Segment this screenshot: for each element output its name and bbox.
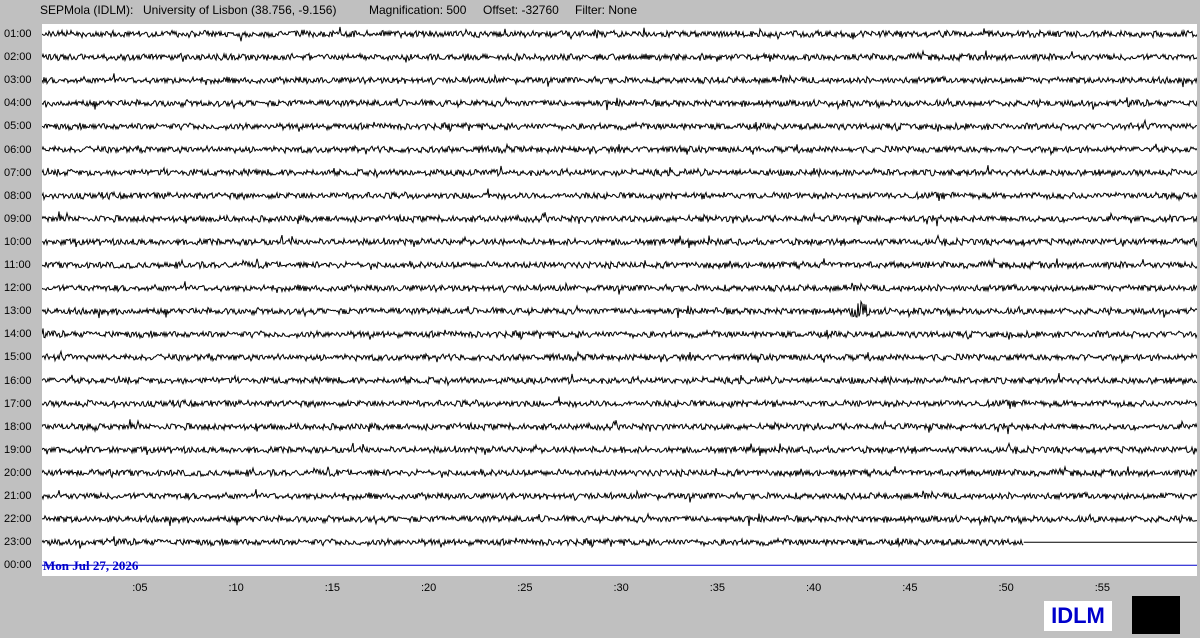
trace-line bbox=[42, 328, 1197, 341]
station-label: SEPMola (IDLM): bbox=[40, 3, 134, 17]
minute-label: :15 bbox=[324, 582, 341, 594]
minute-label: :30 bbox=[613, 582, 629, 594]
hour-label: 20:00 bbox=[4, 466, 32, 479]
trace-line bbox=[42, 489, 1197, 503]
trace-line bbox=[42, 281, 1197, 295]
hour-label: 03:00 bbox=[4, 74, 32, 87]
hour-label: 19:00 bbox=[4, 443, 32, 456]
minute-label: :50 bbox=[998, 582, 1014, 594]
minute-label: :25 bbox=[517, 582, 533, 594]
hour-label: 23:00 bbox=[4, 536, 32, 549]
hour-label: 02:00 bbox=[4, 51, 32, 64]
trace-line bbox=[42, 373, 1197, 387]
minute-label: :45 bbox=[902, 582, 918, 594]
minute-label: :35 bbox=[709, 582, 726, 594]
hour-axis: 01:00 02:00 03:00 04:00 05:00 06:00 07:00 08:00… bbox=[0, 0, 42, 600]
seismogram-traces bbox=[42, 26, 1197, 566]
trace-line bbox=[42, 299, 1197, 319]
offset-label: Offset: -32760 bbox=[483, 3, 559, 17]
minute-label: :20 bbox=[421, 582, 437, 594]
hour-label: 22:00 bbox=[4, 513, 32, 526]
hour-label: 09:00 bbox=[4, 212, 32, 225]
hour-label: 08:00 bbox=[4, 189, 32, 202]
hour-label: 06:00 bbox=[4, 143, 32, 156]
minute-label: :10 bbox=[228, 582, 244, 594]
hour-label: 00:00 bbox=[4, 559, 32, 572]
hour-label: 18:00 bbox=[4, 420, 32, 433]
minute-label: :40 bbox=[806, 582, 822, 594]
trace-line bbox=[42, 512, 1197, 527]
magnification-label: Magnification: 500 bbox=[369, 3, 467, 17]
trace-line bbox=[42, 49, 1197, 63]
hour-label: 15:00 bbox=[4, 351, 32, 364]
header-bar: SEPMola (IDLM): University of Lisbon (38… bbox=[0, 0, 1200, 22]
trace-line bbox=[42, 118, 1197, 133]
trace-line bbox=[42, 441, 1197, 456]
trace-line bbox=[42, 26, 1197, 42]
hour-label: 14:00 bbox=[4, 328, 32, 341]
minute-label: :05 bbox=[132, 582, 148, 594]
trace-line bbox=[42, 257, 1197, 271]
station-code-badge: IDLM bbox=[1044, 601, 1112, 631]
hour-label: 04:00 bbox=[4, 97, 32, 110]
hour-label: 17:00 bbox=[4, 397, 32, 410]
hour-label: 12:00 bbox=[4, 282, 32, 295]
hour-label: 07:00 bbox=[4, 166, 32, 179]
minute-axis: :05 :10 :15 :20 :25 :30 :35 :40 :45 :50 :55 bbox=[0, 578, 1200, 598]
trace-line bbox=[42, 142, 1197, 157]
trace-line bbox=[42, 419, 1197, 435]
trace-line bbox=[42, 188, 1197, 202]
location-label: University of Lisbon (38.756, -9.156) bbox=[143, 3, 337, 17]
trace-line bbox=[42, 396, 1197, 410]
hour-label: 13:00 bbox=[4, 305, 32, 318]
trace-line bbox=[42, 73, 1197, 88]
hour-label: 21:00 bbox=[4, 490, 32, 502]
trace-line bbox=[42, 465, 1197, 479]
trace-line bbox=[42, 536, 1024, 549]
hour-label: 16:00 bbox=[4, 374, 32, 387]
trace-line bbox=[42, 233, 1197, 249]
filter-label: Filter: None bbox=[575, 3, 638, 17]
trace-line bbox=[42, 211, 1197, 227]
trace-line bbox=[42, 165, 1197, 179]
trace-line bbox=[42, 96, 1197, 111]
hour-label: 01:00 bbox=[4, 28, 32, 40]
helicorder-plot bbox=[42, 24, 1197, 576]
date-label: Mon Jul 27, 2026 bbox=[43, 558, 139, 573]
minute-label: :55 bbox=[1094, 582, 1111, 594]
trace-line bbox=[42, 349, 1197, 365]
hour-label: 10:00 bbox=[4, 235, 32, 248]
hour-label: 05:00 bbox=[4, 120, 32, 133]
status-indicator bbox=[1132, 596, 1180, 634]
hour-label: 11:00 bbox=[4, 259, 31, 271]
